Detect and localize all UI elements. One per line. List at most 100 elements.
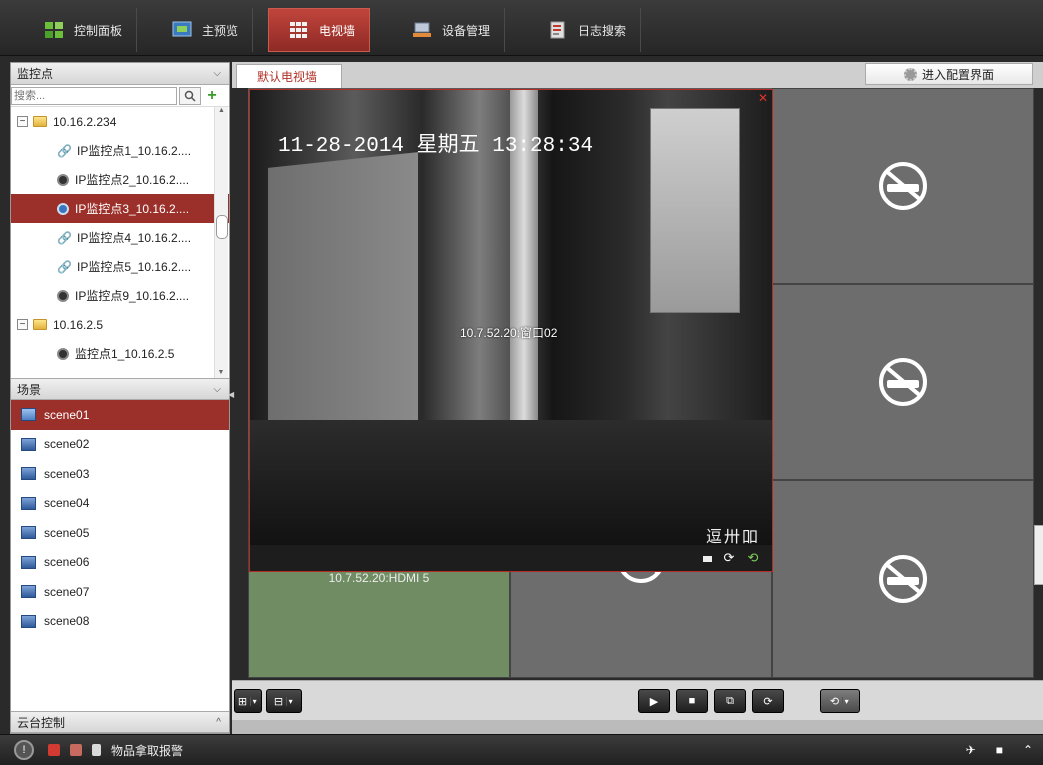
layout-split-button[interactable]: ⊞ ▾ [234,689,262,713]
tree-item-camera-selected[interactable]: IP监控点3_10.16.2.... [11,194,229,223]
window-layout-button[interactable]: ⊟ ▾ [266,689,302,713]
tab-default-tv-wall[interactable]: 默认电视墙 [236,64,342,88]
collapse-up-icon[interactable]: ⌃ [1023,743,1033,757]
scroll-down-icon[interactable]: ▼ [215,369,227,376]
scene-section-header[interactable]: 场景 ⌵ [11,378,229,400]
horizontal-scrollbar[interactable] [232,720,1043,734]
tree-item-camera[interactable]: 🔗 IP监控点5_10.16.2.... [11,252,229,281]
scene-item[interactable]: scene05 [11,518,229,548]
pin-icon[interactable]: ✈ [966,743,976,757]
wall-cell[interactable] [772,480,1034,678]
tab-label: 电视墙 [319,23,356,38]
scene-icon [21,526,36,540]
collapse-left-icon[interactable]: ◀ [228,390,234,402]
collapse-icon[interactable]: − [17,116,28,127]
refresh-icon: ⟳ [763,695,773,708]
tab-log-search[interactable]: 日志搜索 [528,8,642,52]
close-icon[interactable]: ✕ [758,91,768,105]
enter-config-button[interactable]: 进入配置界面 [865,63,1033,85]
tree-label: IP监控点9_10.16.2.... [75,289,190,303]
clear-window-button[interactable]: ⧉ [714,689,746,713]
refresh-button[interactable]: ⟳ [752,689,784,713]
tree-item-camera[interactable]: 🔗 IP监控点1_10.16.2.... [11,136,229,165]
dashboard-icon [44,21,64,39]
chevron-down-icon[interactable]: ⌵ [213,384,221,395]
cell-label: 10.7.52.20:HDMI 5 [328,571,430,585]
scene-icon [21,437,36,451]
rotate-icon[interactable]: ⟲ [746,551,760,565]
wall-toolbar: ⊞ ▾ ⊟ ▾ ▶ ■ ⧉ ⟳ ⟲ ▾ [232,680,1043,720]
video-scene-floor [250,420,772,550]
wall-cell[interactable] [772,284,1034,480]
camera-icon [57,289,69,302]
maximize-icon[interactable]: ■ [996,743,1003,757]
tree-label: IP监控点2_10.16.2.... [75,173,190,187]
grid-icon: ⊞ [237,695,248,708]
tab-main-preview[interactable]: 主预览 [152,8,254,52]
link-camera-icon: 🔗 [57,259,72,274]
video-window[interactable]: 11-28-2014 星期五 13:28:34 10.7.52.20:窗口02 … [249,89,773,572]
video-corner-text: 逗卅吅 [705,529,760,546]
scroll-up-icon[interactable]: ▲ [215,107,228,114]
left-panel: 监控点 ⌵ + − 10.16.2.234 🔗 IP监控点1_10.16.2..… [10,62,230,734]
tree-label: IP监控点1_10.16.2.... [77,144,192,158]
no-signal-icon [879,162,927,210]
scene-label: scene06 [44,555,90,570]
add-icon[interactable]: + [203,87,221,105]
search-icon[interactable] [179,86,201,105]
loop-button[interactable]: ⟲ ▾ [820,689,860,713]
window-icon: ⊟ [273,695,284,708]
scene-list: scene01 scene02 scene03 scene04 scene05 … [11,400,229,687]
scene-label: scene02 [44,437,90,452]
right-panel-handle[interactable] [1034,525,1043,585]
scroll-thumb[interactable] [216,215,228,239]
stop-button[interactable]: ■ [676,689,708,713]
search-row: + [11,85,229,107]
tab-label: 控制面板 [74,23,123,38]
tab-tv-wall[interactable]: 电视墙 [268,8,371,52]
tree-label: 10.16.2.234 [53,114,117,129]
scene-item[interactable]: scene04 [11,489,229,519]
speaker-icon[interactable] [92,744,101,756]
scene-item[interactable]: scene06 [11,548,229,578]
status-right-controls: ✈ ■ ⌃ [966,743,1033,757]
tree-group-10-16-2-5[interactable]: − 10.16.2.5 [11,310,229,339]
chevron-down-icon[interactable]: ⌵ [213,68,221,79]
scene-label: scene07 [44,584,90,599]
scene-icon [21,555,36,569]
tree-group-10-16-2-234[interactable]: − 10.16.2.234 [11,107,229,136]
ptz-section-header[interactable]: 云台控制 ^ [11,711,229,733]
warning-icon[interactable]: ! [14,740,34,760]
scene-icon [21,496,36,510]
folder-icon [33,116,47,127]
scene-item[interactable]: scene02 [11,430,229,460]
scene-item[interactable]: scene08 [11,607,229,637]
alarm-icon[interactable] [48,744,60,756]
refresh-icon[interactable]: ⟳ [722,551,736,565]
stop-icon[interactable] [703,556,712,562]
clear-icon: ⧉ [726,694,734,707]
tab-control-panel[interactable]: 控制面板 [24,8,138,52]
tree-item-camera[interactable]: IP监控点2_10.16.2.... [11,165,229,194]
wall-cell[interactable] [772,88,1034,284]
video-window-label: 10.7.52.20:窗口02 [460,326,558,340]
event-icon[interactable] [70,744,82,756]
search-input[interactable] [11,86,177,105]
chevron-down-icon: ▾ [842,696,850,706]
tree-label: 10.16.2.5 [53,317,104,332]
tree-item-camera[interactable]: IP监控点9_10.16.2.... [11,281,229,310]
play-button[interactable]: ▶ [638,689,670,713]
tree-item-camera[interactable]: 监控点1_10.16.2.5 [11,339,229,368]
scene-item[interactable]: scene03 [11,459,229,489]
scene-item[interactable]: scene01 [11,400,229,430]
preview-icon [172,21,192,39]
tree-item-camera[interactable]: 🔗 IP监控点4_10.16.2.... [11,223,229,252]
scene-header-label: 场景 [17,382,42,397]
scene-item[interactable]: scene07 [11,577,229,607]
monitor-section-header[interactable]: 监控点 ⌵ [11,63,229,85]
collapse-icon[interactable]: − [17,319,28,330]
no-signal-icon [879,358,927,406]
tree-scrollbar[interactable]: ▲ ▼ [214,107,228,378]
tab-device-management[interactable]: 设备管理 [392,8,506,52]
chevron-up-icon[interactable]: ^ [216,717,221,728]
